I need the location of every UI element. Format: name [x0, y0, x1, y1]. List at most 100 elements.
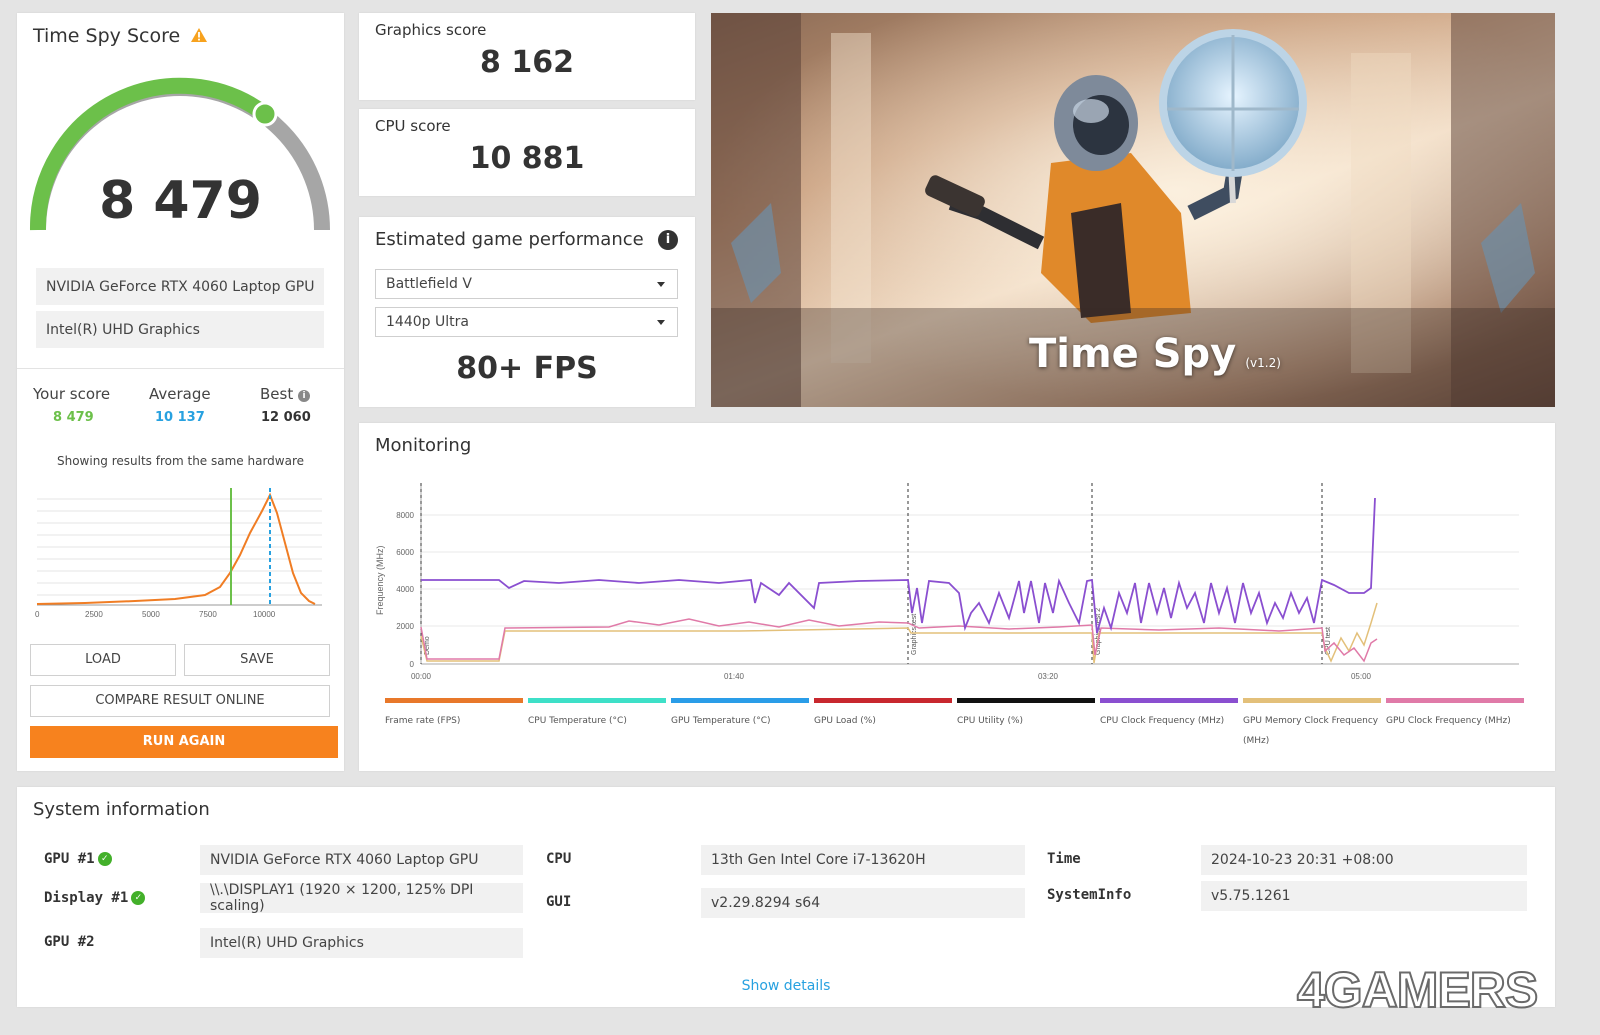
cpu-label: CPU: [546, 851, 572, 867]
y-tick: 2000: [396, 622, 414, 631]
y-tick: 4000: [396, 585, 414, 594]
x-tick: 03:20: [1038, 672, 1059, 681]
save-button[interactable]: SAVE: [184, 644, 330, 676]
compare-online-button[interactable]: COMPARE RESULT ONLINE: [30, 685, 330, 717]
hero-image: Time Spy (v1.2): [711, 13, 1555, 407]
legend-item[interactable]: CPU Utility (%): [957, 698, 1095, 731]
total-score: 8 479: [99, 171, 262, 231]
display1-label: Display #1 ✓: [44, 890, 146, 906]
time-value: 2024-10-23 20:31 +08:00: [1201, 845, 1527, 875]
estimated-title: Estimated game performance: [375, 229, 644, 250]
average-label: Average: [149, 385, 211, 403]
check-icon: ✓: [131, 891, 146, 905]
chevron-down-icon: [657, 320, 665, 325]
legend-label: CPU Temperature (°C): [528, 716, 627, 726]
system-info-title: System information: [33, 799, 210, 820]
series-gpu-clock: [420, 618, 1378, 663]
y-tick: 6000: [396, 548, 414, 557]
watermark-logo: 4GAMERS: [1296, 961, 1539, 1019]
gpu-secondary-field: Intel(R) UHD Graphics: [36, 311, 324, 348]
x-tick: 05:00: [1351, 672, 1372, 681]
graphics-score-card: Graphics score 8 162: [359, 13, 695, 100]
legend-swatch: [957, 698, 1095, 703]
preset-select-value: 1440p Ultra: [386, 314, 469, 330]
check-icon: ✓: [97, 852, 112, 866]
cpu-score-value: 10 881: [469, 141, 585, 176]
legend-item[interactable]: CPU Clock Frequency (MHz): [1100, 698, 1238, 731]
monitoring-panel: Monitoring Demo Graphics test Graphics t…: [359, 423, 1555, 771]
y-tick: 8000: [396, 511, 414, 520]
legend-item[interactable]: CPU Temperature (°C): [528, 698, 666, 731]
compare-divider: [17, 368, 344, 369]
chevron-down-icon: [657, 282, 665, 287]
legend-label: GPU Load (%): [814, 716, 876, 726]
legend-label: GPU Clock Frequency (MHz): [1386, 716, 1511, 726]
your-score-value: 8 479: [53, 410, 94, 425]
info-icon[interactable]: i: [658, 230, 678, 250]
dist-tick: 2500: [85, 610, 103, 618]
cpu-value: 13th Gen Intel Core i7-13620H: [701, 845, 1025, 875]
graphics-score-label: Graphics score: [375, 21, 487, 39]
dist-tick: 5000: [142, 610, 160, 618]
dist-tick: 10000: [253, 610, 276, 618]
legend-item[interactable]: GPU Clock Frequency (MHz): [1386, 698, 1524, 731]
legend-item[interactable]: GPU Memory Clock Frequency (MHz): [1243, 698, 1381, 751]
gui-label: GUI: [546, 894, 572, 910]
legend-swatch: [528, 698, 666, 703]
best-label: Best i: [260, 385, 310, 403]
legend-swatch: [385, 698, 523, 703]
best-value: 12 060: [261, 410, 311, 425]
marker-graphics-1: Graphics test: [911, 614, 918, 655]
gpu1-value: NVIDIA GeForce RTX 4060 Laptop GPU: [200, 845, 523, 875]
hero-title-text: Time Spy: [1029, 331, 1237, 377]
legend-item[interactable]: Frame rate (FPS): [385, 698, 523, 731]
cpu-score-label: CPU score: [375, 117, 451, 135]
legend-swatch: [1243, 698, 1381, 703]
legend-label: GPU Memory Clock Frequency (MHz): [1243, 716, 1379, 746]
legend-swatch: [671, 698, 809, 703]
cpu-score-card: CPU score 10 881: [359, 109, 695, 196]
x-tick: 01:40: [724, 672, 745, 681]
game-select-value: Battlefield V: [386, 276, 472, 292]
legend-label: GPU Temperature (°C): [671, 716, 771, 726]
series-gpu-mem-clock: [420, 602, 1378, 664]
series-cpu-clock: [421, 497, 1376, 634]
preset-select[interactable]: 1440p Ultra: [375, 307, 678, 337]
legend-label: CPU Utility (%): [957, 716, 1024, 726]
average-value: 10 137: [155, 410, 205, 425]
dist-tick: 0: [35, 610, 40, 618]
score-distribution-chart: 0 2500 5000 7500 10000: [35, 488, 322, 618]
gui-value: v2.29.8294 s64: [701, 888, 1025, 918]
sysinfo-label: SystemInfo: [1047, 887, 1132, 903]
y-axis-label: Frequency (MHz): [375, 545, 385, 615]
graphics-score-value: 8 162: [480, 45, 574, 80]
gpu2-value: Intel(R) UHD Graphics: [200, 928, 523, 958]
x-tick: 00:00: [411, 672, 432, 681]
legend-swatch: [1386, 698, 1524, 703]
load-button[interactable]: LOAD: [30, 644, 176, 676]
info-icon[interactable]: i: [298, 390, 310, 402]
gpu-primary-field: NVIDIA GeForce RTX 4060 Laptop GPU: [36, 268, 324, 305]
gpu2-label: GPU #2: [44, 934, 95, 950]
time-label: Time: [1047, 851, 1081, 867]
legend-label: CPU Clock Frequency (MHz): [1100, 716, 1225, 726]
legend-item[interactable]: GPU Load (%): [814, 698, 952, 731]
legend-swatch: [814, 698, 952, 703]
run-again-button[interactable]: RUN AGAIN: [30, 726, 338, 758]
y-tick: 0: [410, 660, 415, 669]
gpu1-label: GPU #1 ✓: [44, 851, 112, 867]
legend-item[interactable]: GPU Temperature (°C): [671, 698, 809, 731]
your-score-label: Your score: [33, 385, 111, 403]
hardware-note: Showing results from the same hardware: [56, 454, 305, 468]
score-panel: Time Spy Score 8 479 NVIDIA GeForce RTX …: [17, 13, 344, 771]
legend-swatch: [1100, 698, 1238, 703]
estimated-performance-card: Estimated game performance i Battlefield…: [359, 217, 695, 407]
display1-value: \\.\DISPLAY1 (1920 × 1200, 125% DPI scal…: [200, 882, 523, 914]
sysinfo-value: v5.75.1261: [1201, 881, 1527, 911]
estimated-fps: 80+ FPS: [456, 351, 598, 386]
legend-label: Frame rate (FPS): [385, 716, 461, 726]
dist-tick: 7500: [199, 610, 217, 618]
game-select[interactable]: Battlefield V: [375, 269, 678, 299]
hero-version: (v1.2): [1245, 356, 1281, 370]
hero-title: Time Spy (v1.2): [1029, 331, 1281, 377]
